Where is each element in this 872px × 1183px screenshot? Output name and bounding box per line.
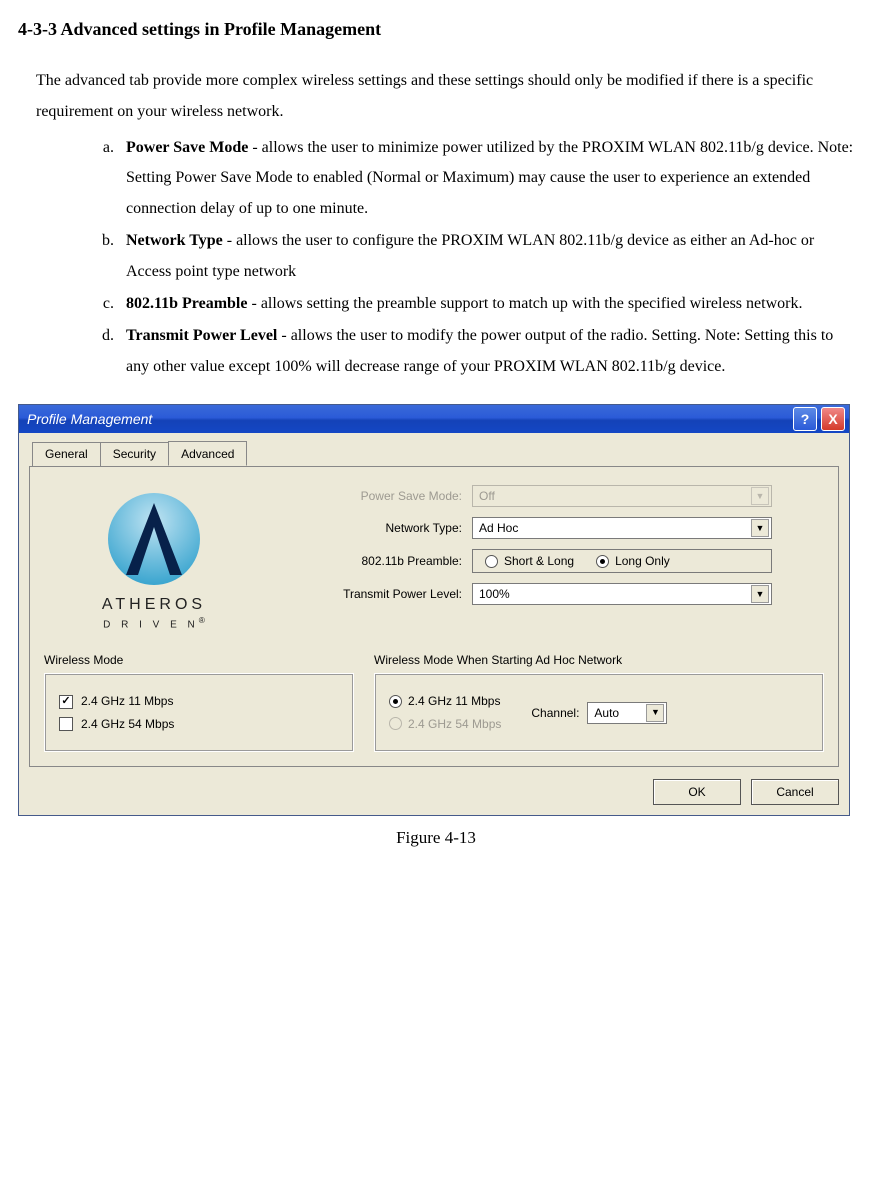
radio-long-only[interactable]: Long Only	[596, 554, 670, 568]
section-heading: 4-3-3 Advanced settings in Profile Manag…	[18, 12, 854, 46]
settings-list: Power Save Mode - allows the user to min…	[118, 133, 854, 382]
check-label: 2.4 GHz 11 Mbps	[81, 694, 173, 708]
label-channel: Channel:	[531, 706, 579, 720]
item-text: - allows setting the preamble support to…	[247, 295, 802, 312]
tab-security[interactable]: Security	[100, 442, 169, 467]
select-channel[interactable]: Auto ▼	[587, 702, 667, 724]
client-area: General Security Advanced	[19, 433, 849, 815]
select-network-type[interactable]: Ad Hoc ▼	[472, 517, 772, 539]
help-button[interactable]: ?	[793, 407, 817, 431]
close-button[interactable]: X	[821, 407, 845, 431]
radio-icon	[389, 695, 402, 708]
group-wireless-mode-label: Wireless Mode	[44, 653, 123, 667]
group-wireless-mode: 2.4 GHz 11 Mbps 2.4 GHz 54 Mbps	[44, 673, 354, 752]
label-power-save: Power Save Mode:	[282, 489, 472, 503]
radio-icon	[389, 717, 402, 730]
figure-caption: Figure 4-13	[18, 822, 854, 854]
radio-adhoc-54: 2.4 GHz 54 Mbps	[389, 717, 501, 731]
list-item: Power Save Mode - allows the user to min…	[118, 133, 854, 224]
label-preamble: 802.11b Preamble:	[282, 554, 472, 568]
atheros-logo: ATHEROS D R I V E N®	[44, 485, 264, 631]
select-value: Ad Hoc	[479, 521, 518, 535]
check-54mbps[interactable]: 2.4 GHz 54 Mbps	[59, 717, 174, 731]
radio-adhoc-11[interactable]: 2.4 GHz 11 Mbps	[389, 694, 501, 708]
radio-short-long[interactable]: Short & Long	[485, 554, 574, 568]
chevron-down-icon[interactable]: ▼	[646, 704, 664, 722]
label-network-type: Network Type:	[282, 521, 472, 535]
item-bold: Network Type	[126, 232, 223, 249]
list-item: 802.11b Preamble - allows setting the pr…	[118, 289, 854, 319]
item-bold: 802.11b Preamble	[126, 295, 247, 312]
item-bold: Transmit Power Level	[126, 327, 277, 344]
chevron-down-icon: ▼	[751, 487, 769, 505]
radio-icon	[596, 555, 609, 568]
cancel-button[interactable]: Cancel	[751, 779, 839, 805]
ok-button[interactable]: OK	[653, 779, 741, 805]
atheros-logo-icon	[94, 489, 214, 589]
select-value: Off	[479, 489, 495, 503]
list-item: Network Type - allows the user to config…	[118, 226, 854, 287]
check-11mbps[interactable]: 2.4 GHz 11 Mbps	[59, 694, 174, 708]
logo-line1: ATHEROS	[44, 595, 264, 614]
chevron-down-icon[interactable]: ▼	[751, 585, 769, 603]
select-power-save: Off ▼	[472, 485, 772, 507]
group-adhoc-mode-label: Wireless Mode When Starting Ad Hoc Netwo…	[374, 653, 622, 667]
tabstrip: General Security Advanced	[29, 441, 839, 466]
intro-paragraph: The advanced tab provide more complex wi…	[36, 66, 854, 127]
item-text: - allows the user to configure the PROXI…	[126, 232, 814, 279]
radio-label: Long Only	[615, 554, 670, 568]
item-bold: Power Save Mode	[126, 139, 248, 156]
preamble-group: Short & Long Long Only	[472, 549, 772, 573]
tab-panel-advanced: ATHEROS D R I V E N® Power Save Mode: Of…	[29, 466, 839, 767]
select-tx-power[interactable]: 100% ▼	[472, 583, 772, 605]
group-adhoc-mode: 2.4 GHz 11 Mbps 2.4 GHz 54 Mbps Channel:…	[374, 673, 824, 752]
checkbox-icon	[59, 695, 73, 709]
radio-icon	[485, 555, 498, 568]
chevron-down-icon[interactable]: ▼	[751, 519, 769, 537]
dialog-window: Profile Management ? X General Security …	[18, 404, 850, 816]
select-value: 100%	[479, 587, 510, 601]
radio-label: 2.4 GHz 54 Mbps	[408, 717, 501, 731]
check-label: 2.4 GHz 54 Mbps	[81, 717, 174, 731]
logo-line2: D R I V E N	[103, 619, 199, 630]
radio-label: 2.4 GHz 11 Mbps	[408, 694, 500, 708]
tab-general[interactable]: General	[32, 442, 101, 467]
window-title: Profile Management	[27, 411, 789, 428]
list-item: Transmit Power Level - allows the user t…	[118, 321, 854, 382]
tab-advanced[interactable]: Advanced	[168, 441, 247, 466]
label-tx-power: Transmit Power Level:	[282, 587, 472, 601]
select-value: Auto	[594, 706, 619, 720]
radio-label: Short & Long	[504, 554, 574, 568]
checkbox-icon	[59, 717, 73, 731]
titlebar: Profile Management ? X	[19, 405, 849, 433]
